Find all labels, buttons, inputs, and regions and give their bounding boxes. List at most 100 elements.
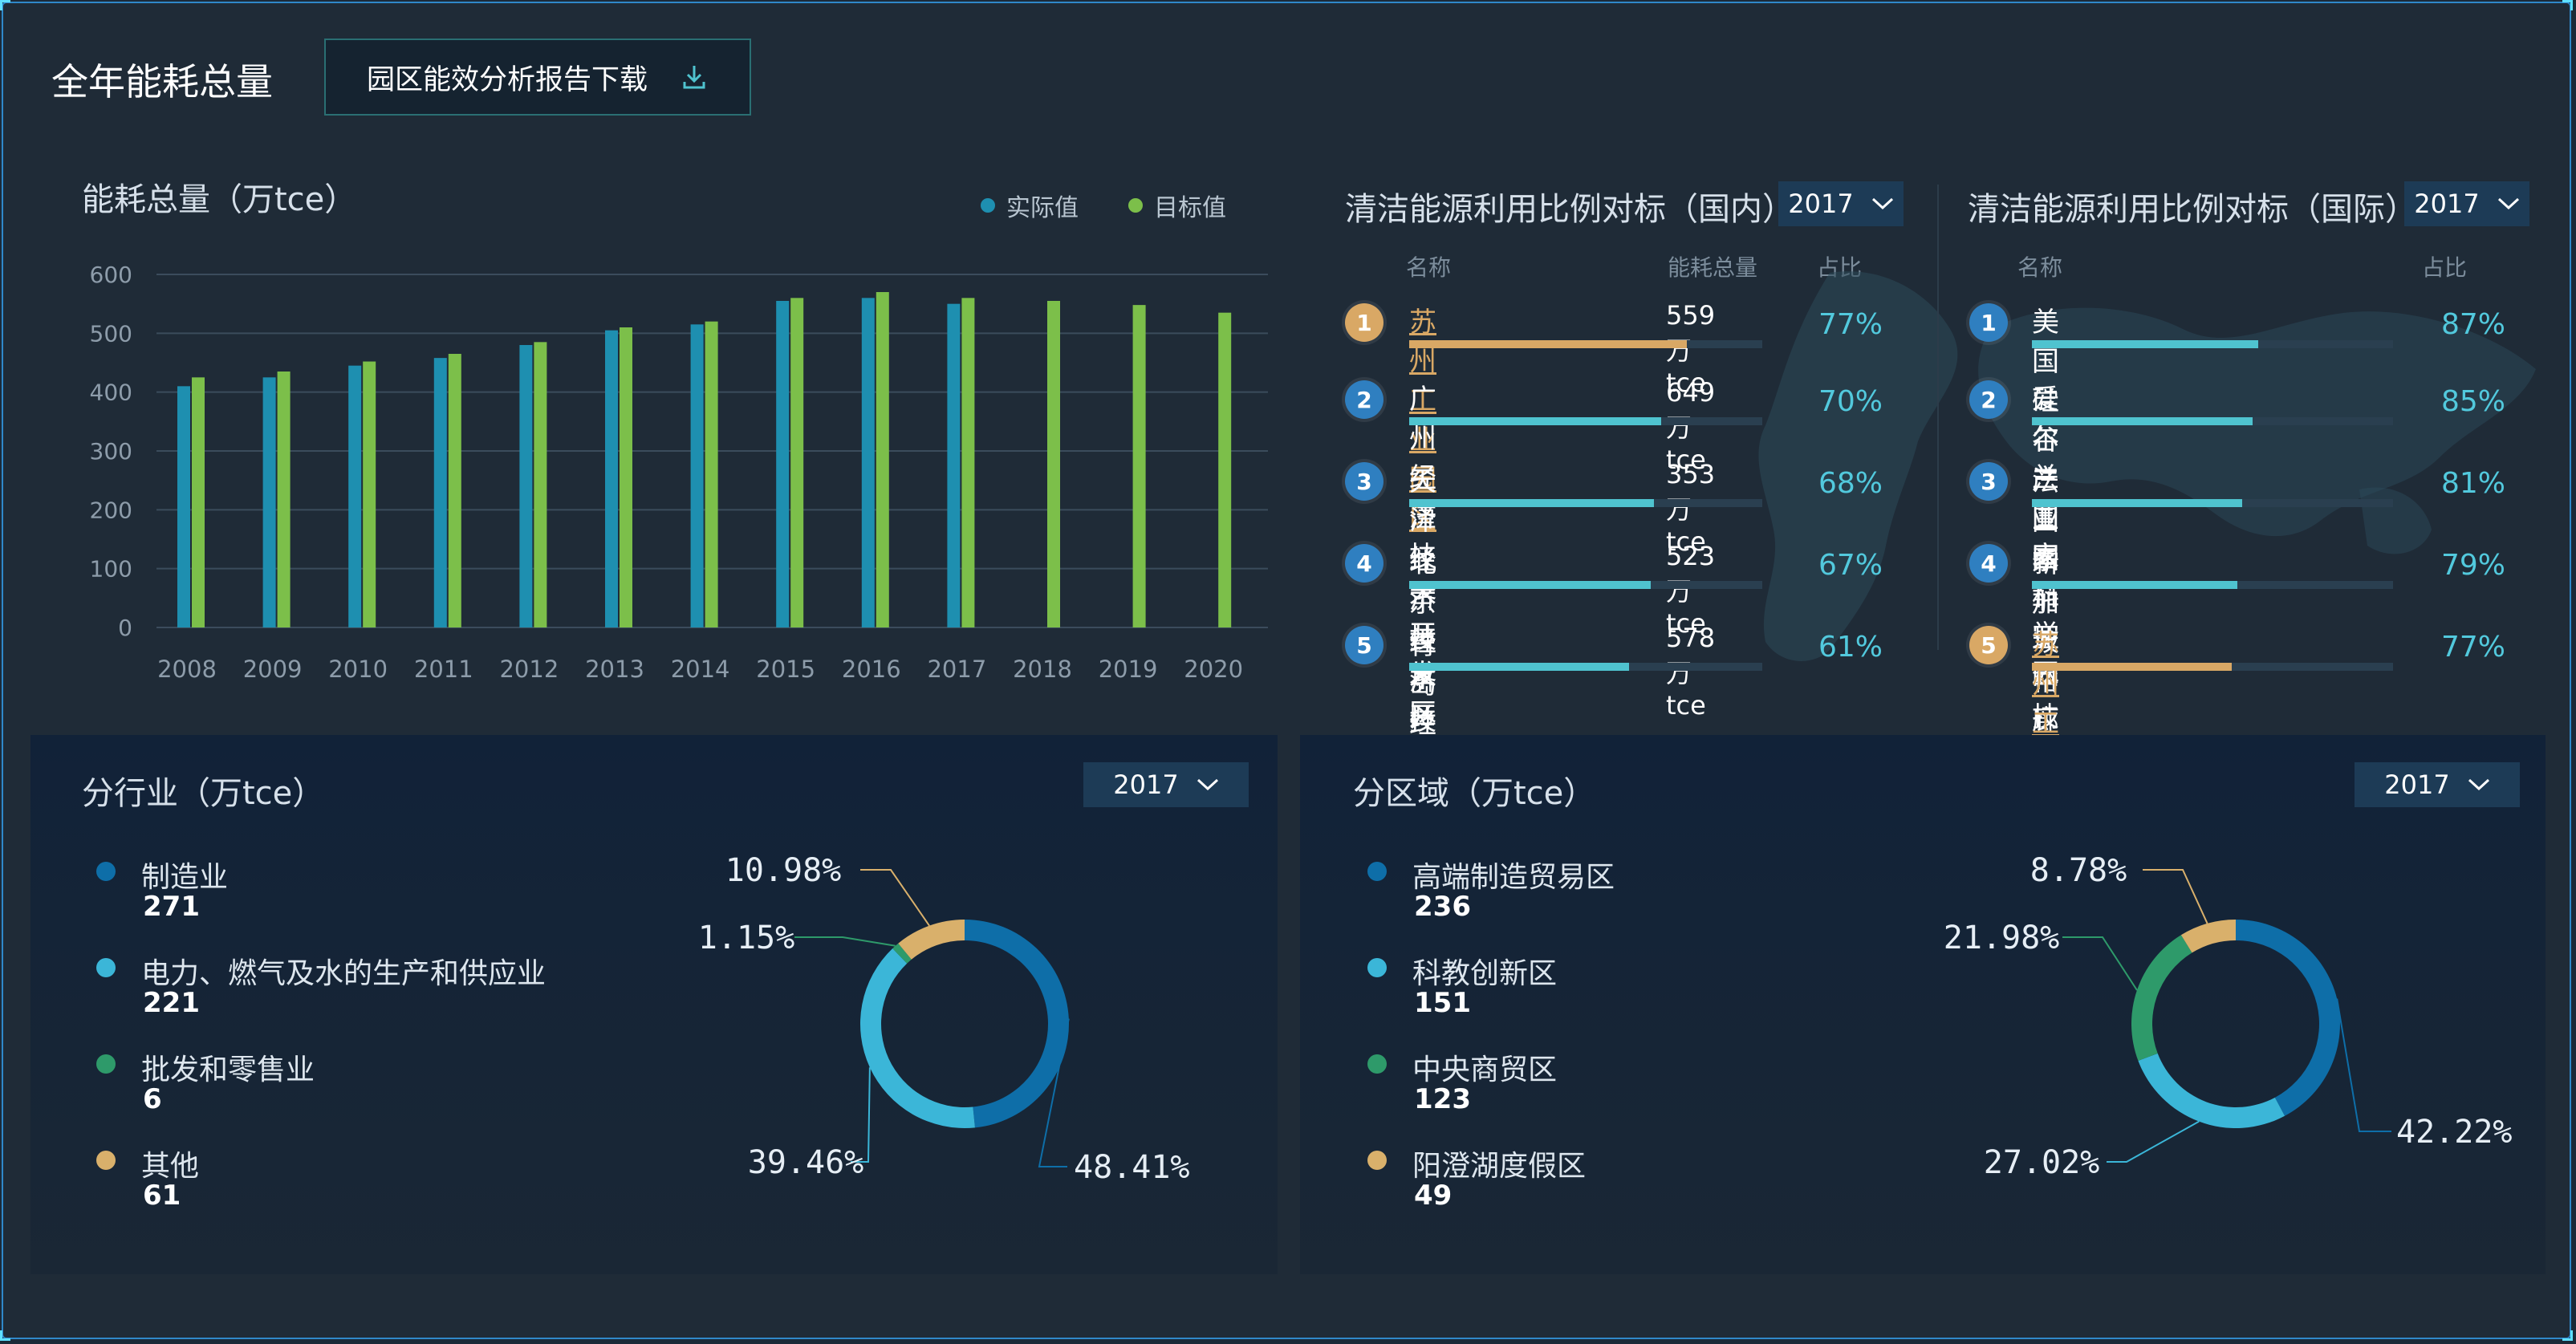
international-year-select[interactable]: 2017 <box>2404 181 2529 226</box>
ranking-pct: 85% <box>2441 385 2506 418</box>
industry-year-value: 2017 <box>1113 769 1179 800</box>
donut-slice <box>2236 920 2340 1116</box>
y-tick-label: 600 <box>90 262 132 288</box>
x-tick-label: 2013 <box>585 656 644 683</box>
legend-item-value: 6 <box>143 1083 162 1115</box>
region-donut-chart: 42.22% 27.02% 21.98% 8.78% <box>1944 852 2513 1181</box>
chevron-down-icon <box>2468 778 2489 791</box>
ranking-pct: 61% <box>1818 631 1883 664</box>
bar-actual <box>861 298 875 627</box>
legend-item-name: 高端制造贸易区 <box>1412 861 1615 894</box>
page-title: 全年能耗总量 <box>51 60 273 104</box>
donut-leader-line <box>2107 1120 2200 1163</box>
legend-dot <box>96 958 116 977</box>
x-tick-label: 2019 <box>1099 656 1158 683</box>
bar-target <box>448 354 461 627</box>
legend-item-value: 123 <box>1414 1083 1471 1115</box>
donut-pct-label: 42.22% <box>2396 1114 2513 1151</box>
donut-slice <box>898 920 965 960</box>
bar-actual <box>690 324 704 627</box>
donut-pct-label: 48.41% <box>1074 1149 1190 1186</box>
donut-slice <box>2138 1053 2285 1128</box>
ranking-bar-fill <box>1409 663 1629 671</box>
ranking-bar-fill <box>2032 663 2233 671</box>
donut-leader-line <box>860 869 930 927</box>
download-button-label: 园区能效分析报告下载 <box>366 63 648 96</box>
ranking-bar-fill <box>1409 417 1662 425</box>
bar-actual <box>433 358 447 627</box>
ranking-pct: 77% <box>2441 631 2506 664</box>
donut-pct-label: 39.46% <box>748 1144 864 1181</box>
donut-leader-line <box>2143 869 2208 924</box>
international-year-value: 2017 <box>2414 189 2480 219</box>
bar-actual <box>947 303 961 627</box>
legend-item-name: 批发和零售业 <box>141 1054 315 1086</box>
industry-donut-chart: 48.41% 39.46% 1.15% 10.98% <box>698 852 1190 1186</box>
bar-actual <box>776 301 790 627</box>
ranking-pct: 68% <box>1818 467 1883 500</box>
rank-badge: 4 <box>1969 544 2008 583</box>
bar-actual <box>605 330 618 627</box>
ranking-bar-fill <box>2032 499 2243 507</box>
ranking-bar-fill <box>2032 581 2237 589</box>
x-tick-label: 2017 <box>927 656 986 683</box>
rank-badge: 1 <box>1345 303 1383 342</box>
international-col-pct: 占比 <box>2422 254 2468 281</box>
ranking-pct: 81% <box>2441 467 2506 500</box>
y-tick-label: 500 <box>90 320 132 347</box>
y-tick-label: 400 <box>90 380 132 406</box>
rank-badge: 1 <box>1969 303 2008 342</box>
energy-chart-title: 能耗总量（万tce） <box>82 181 357 218</box>
report-download-button[interactable]: 园区能效分析报告下载 <box>324 39 751 116</box>
bar-target <box>1132 305 1146 627</box>
rank-badge: 3 <box>1345 462 1383 501</box>
rank-badge: 4 <box>1345 544 1383 583</box>
bar-target <box>620 327 632 627</box>
donut-pct-label: 10.98% <box>725 852 842 889</box>
industry-year-select[interactable]: 2017 <box>1083 762 1249 807</box>
donut-pct-label: 21.98% <box>1944 920 2060 956</box>
region-year-select[interactable]: 2017 <box>2355 762 2520 807</box>
bar-target <box>790 298 804 627</box>
ranking-pct: 87% <box>2441 308 2506 341</box>
frame-corner <box>0 1330 10 1341</box>
ranking-pct: 79% <box>2441 549 2506 582</box>
legend-dot <box>1367 1054 1387 1074</box>
donut-pct-label: 27.02% <box>1984 1144 2100 1181</box>
ranking-bar-fill <box>1409 340 1687 348</box>
ranking-energy: 578万tce <box>1666 623 1716 721</box>
domestic-year-select[interactable]: 2017 <box>1778 181 1904 226</box>
rank-badge: 2 <box>1969 380 2008 419</box>
y-tick-label: 200 <box>90 497 132 523</box>
industry-title: 分行业（万tce） <box>82 775 325 812</box>
y-tick-label: 300 <box>90 438 132 465</box>
frame-corner <box>2562 0 2573 10</box>
donut-pct-label: 8.78% <box>2030 852 2127 889</box>
frame-corner <box>0 0 10 10</box>
legend-actual: 实际值 <box>981 188 1079 223</box>
x-tick-label: 2011 <box>414 656 473 683</box>
legend-target-dot <box>1128 198 1143 213</box>
donut-slice <box>2131 935 2192 1062</box>
legend-item-value: 236 <box>1414 891 1471 923</box>
donut-leader-line <box>794 936 896 947</box>
donut-leader-line <box>2062 936 2138 991</box>
legend-item-name: 电力、燃气及水的生产和供应业 <box>141 957 546 990</box>
bar-target <box>961 298 975 627</box>
bar-target <box>192 377 205 627</box>
x-tick-label: 2015 <box>756 656 815 683</box>
legend-dot <box>96 1151 116 1170</box>
donut-leader-line <box>2336 998 2391 1132</box>
rank-badge: 2 <box>1345 380 1383 419</box>
legend-actual-label: 实际值 <box>1006 194 1079 222</box>
donut-pct-label: 1.15% <box>698 920 794 956</box>
download-icon <box>683 66 705 89</box>
region-title: 分区域（万tce） <box>1353 775 1596 812</box>
domestic-title: 清洁能源利用比例对标（国内） <box>1345 191 1794 228</box>
legend-item-value: 151 <box>1414 987 1471 1019</box>
legend-dot <box>1367 862 1387 881</box>
x-tick-label: 2014 <box>671 656 730 683</box>
bar-actual <box>348 365 362 627</box>
legend-item-name: 其他 <box>141 1150 200 1183</box>
bar-actual <box>177 386 190 627</box>
